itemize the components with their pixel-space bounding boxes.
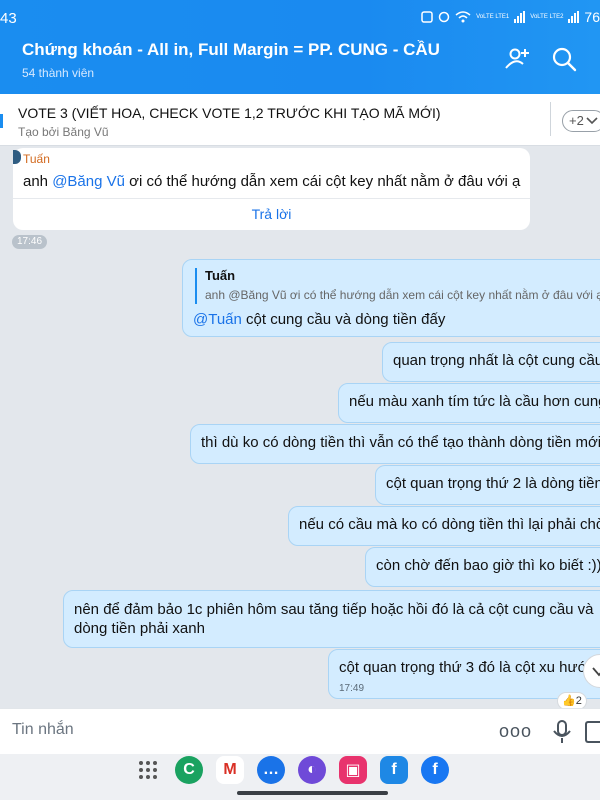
network-label-2: VoLTE LTE2	[530, 14, 564, 20]
mention-link[interactable]: @Băng Vũ	[52, 173, 125, 190]
status-bar: 43 VoLTE LTE1 VoLTE LTE2 76	[0, 0, 600, 30]
quoted-text[interactable]: anh @Băng Vũ ơi có thể hướng dẫn xem cái…	[205, 288, 600, 302]
pinned-more-count: +2	[569, 113, 584, 128]
outgoing-message[interactable]: cột quan trọng thứ 3 đó là cột xu hướng …	[328, 649, 600, 699]
status-time: 43	[0, 10, 17, 27]
message-time: 17:49	[339, 683, 365, 694]
message-list[interactable]: Tuấn anh @Băng Vũ ơi có thể hướng dẫn xe…	[0, 146, 600, 708]
outgoing-message[interactable]: quan trọng nhất là cột cung cầu	[382, 342, 600, 382]
network-label-1: VoLTE LTE1	[476, 14, 510, 20]
message-text-prefix: anh	[23, 173, 53, 190]
pinned-more-button[interactable]: +2	[562, 110, 600, 132]
divider	[13, 198, 530, 199]
signal-icon-1	[514, 11, 526, 23]
wifi-icon	[455, 11, 471, 23]
quote-indicator	[195, 268, 197, 304]
phone-app-icon[interactable]: C	[175, 756, 203, 784]
messages-icon[interactable]: …	[257, 756, 285, 784]
microphone-icon[interactable]	[551, 720, 573, 744]
gmail-icon[interactable]: M	[216, 756, 244, 784]
apps-grid-icon[interactable]	[134, 756, 162, 784]
mention-link[interactable]: @Tuấn	[193, 311, 242, 328]
composer: Tin nhắn ooo	[0, 708, 600, 754]
reply-button[interactable]: Trả lời	[13, 206, 530, 222]
group-title[interactable]: Chứng khoán - All in, Full Margin = PP. …	[22, 40, 440, 60]
pinned-indicator	[0, 114, 3, 128]
outgoing-message[interactable]: còn chờ đến bao giờ thì ko biết :))	[365, 547, 600, 587]
message-text-rest: ơi có thể hướng dẫn xem cái cột key nhất…	[124, 173, 521, 190]
reply-text-body: cột cung cầu và dòng tiền đấy	[241, 311, 446, 328]
message-sender[interactable]: Tuấn	[23, 152, 50, 166]
more-options-icon[interactable]: ooo	[499, 721, 532, 742]
samsung-internet-icon[interactable]: ◐	[298, 756, 326, 784]
incoming-message[interactable]: Tuấn anh @Băng Vũ ơi có thể hướng dẫn xe…	[13, 148, 530, 230]
chevron-down-icon	[592, 667, 600, 677]
chevron-down-icon	[586, 117, 598, 125]
message-text: anh @Băng Vũ ơi có thể hướng dẫn xem cái…	[23, 173, 520, 190]
search-icon[interactable]	[551, 46, 577, 72]
image-icon[interactable]	[585, 721, 600, 743]
message-line: cột quan trọng thứ 3 đó là cột xu hướng	[339, 659, 600, 676]
avatar[interactable]	[13, 150, 21, 164]
add-member-icon[interactable]	[504, 46, 530, 72]
quoted-sender: Tuấn	[205, 268, 236, 283]
message-line: dòng tiền phải xanh	[74, 620, 205, 637]
screen-recorder-icon[interactable]: ▣	[339, 756, 367, 784]
alarm-icon	[438, 11, 450, 23]
pinned-divider	[550, 102, 551, 136]
outgoing-message[interactable]: cột quan trọng thứ 2 là dòng tiền	[375, 465, 600, 505]
app-dock: C M … ◐ ▣ f f	[134, 756, 449, 784]
outgoing-message[interactable]: nếu có cầu mà ko có dòng tiền thì lại ph…	[288, 506, 600, 546]
outgoing-message[interactable]: nếu màu xanh tím tức là cầu hơn cung	[338, 383, 600, 423]
outgoing-message[interactable]: thì dù ko có dòng tiền thì vẫn có thể tạ…	[190, 424, 600, 464]
message-input[interactable]: Tin nhắn	[12, 721, 74, 739]
signal-icon-2	[568, 11, 580, 23]
top-bar: 43 VoLTE LTE1 VoLTE LTE2 76 Chứng khoán …	[0, 0, 600, 94]
status-icons: VoLTE LTE1 VoLTE LTE2 76	[421, 9, 600, 25]
reaction-count: 2	[575, 695, 582, 707]
pinned-title: VOTE 3 (VIẾT HOA, CHECK VOTE 1,2 TRƯỚC K…	[18, 105, 441, 121]
facebook-icon[interactable]: f	[421, 756, 449, 784]
home-indicator[interactable]	[237, 791, 388, 795]
pinned-creator: Tạo bởi Băng Vũ	[18, 125, 109, 139]
outgoing-message[interactable]: nên để đảm bảo 1c phiên hôm sau tăng tiế…	[63, 590, 600, 648]
pinned-poll[interactable]: VOTE 3 (VIẾT HOA, CHECK VOTE 1,2 TRƯỚC K…	[0, 94, 600, 146]
reply-text: @Tuấn cột cung cầu và dòng tiền đấy	[193, 311, 445, 328]
drive-icon[interactable]: f	[380, 756, 408, 784]
notification-icon	[421, 11, 433, 23]
message-line: nên để đảm bảo 1c phiên hôm sau tăng tiế…	[74, 601, 594, 618]
quote-reply-bubble[interactable]: Tuấn anh @Băng Vũ ơi có thể hướng dẫn xe…	[182, 259, 600, 337]
navigation-bar: C M … ◐ ▣ f f	[0, 754, 600, 800]
message-time: 17:46	[12, 235, 48, 249]
battery-level: 76	[584, 9, 600, 25]
member-count[interactable]: 54 thành viên	[22, 66, 94, 80]
thumbs-up-icon: 👍	[562, 695, 576, 707]
